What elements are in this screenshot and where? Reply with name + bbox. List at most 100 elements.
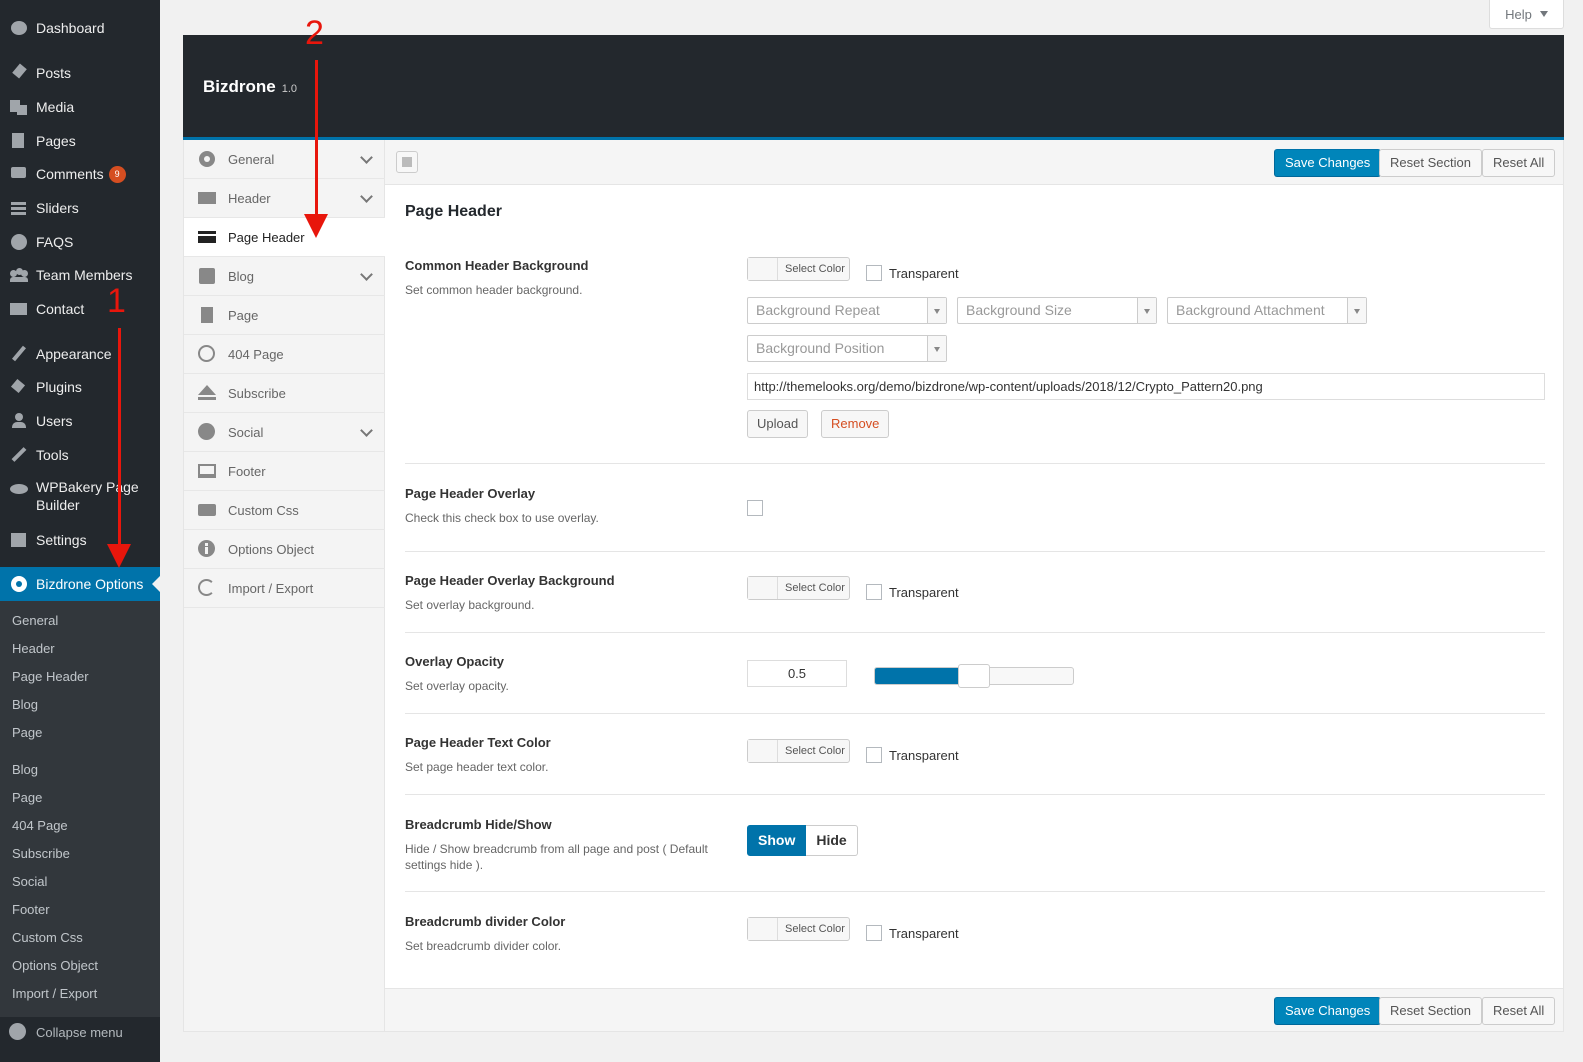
panel-title: Bizdrone 1.0 [203, 77, 298, 96]
chevron-down-icon [360, 190, 373, 203]
menu-settings[interactable]: Settings [0, 523, 160, 557]
breadcrumb-hide-button[interactable]: Hide [806, 825, 858, 856]
expand-options-button[interactable] [396, 151, 418, 173]
submenu-404-page[interactable]: 404 Page [12, 812, 68, 840]
menu-contact[interactable]: Contact [0, 292, 160, 326]
text-color-transparent-checkbox[interactable] [866, 747, 882, 763]
settings-icon [9, 530, 29, 550]
question-icon [9, 232, 29, 252]
save-changes-button-top[interactable]: Save Changes [1274, 149, 1382, 177]
common-bg-color-picker[interactable]: Select Color [747, 257, 850, 281]
menu-faqs[interactable]: FAQS [0, 225, 160, 259]
nav-page[interactable]: Page [184, 296, 385, 335]
opacity-value-input[interactable]: 0.5 [747, 660, 847, 687]
overlay-bg-transparent-checkbox[interactable] [866, 584, 882, 600]
submenu-page[interactable]: Page [12, 719, 42, 747]
background-repeat-select[interactable]: Background Repeat [747, 297, 947, 324]
checkbox-label: Transparent [889, 266, 959, 281]
field-title: Page Header Overlay Background [405, 573, 615, 588]
eject-icon [198, 384, 216, 402]
panel-version: 1.0 [281, 83, 298, 95]
row-divider [405, 713, 1545, 714]
remove-button[interactable]: Remove [821, 410, 890, 438]
upload-button[interactable]: Upload [747, 410, 809, 438]
chevron-down-icon [360, 268, 373, 281]
info-icon [198, 540, 216, 558]
divider-transparent-checkbox[interactable] [866, 925, 882, 941]
menu-team-members[interactable]: Team Members [0, 258, 160, 292]
nav-header[interactable]: Header [184, 179, 385, 218]
menu-pages[interactable]: Pages [0, 124, 160, 158]
nav-general[interactable]: General [184, 140, 385, 179]
nav-options-object[interactable]: Options Object [184, 530, 385, 569]
media-icon [9, 97, 29, 117]
nav-page-header[interactable]: Page Header [184, 218, 385, 257]
reset-all-button-bottom[interactable]: Reset All [1482, 997, 1556, 1025]
reset-section-button-bottom[interactable]: Reset Section [1379, 997, 1482, 1025]
breadcrumb-show-button[interactable]: Show [747, 825, 807, 856]
admin-sidebar: Dashboard Posts Media Pages Comments 9 S… [0, 0, 160, 1062]
pages-icon [9, 131, 29, 151]
row-divider [405, 463, 1545, 464]
nav-footer[interactable]: Footer [184, 452, 385, 491]
collapse-menu-button[interactable]: Collapse menu [0, 1017, 160, 1047]
common-bg-transparent-checkbox[interactable] [866, 265, 882, 281]
menu-wpbakery[interactable]: WPBakery Page Builder [0, 471, 160, 517]
nav-import-export[interactable]: Import / Export [184, 569, 385, 608]
nav-custom-css[interactable]: Custom Css [184, 491, 385, 530]
page-icon [198, 306, 216, 324]
submenu-subscribe[interactable]: Subscribe [12, 840, 70, 868]
divider-color-picker[interactable]: Select Color [747, 917, 850, 941]
submenu-blog[interactable]: Blog [12, 691, 38, 719]
options-panel-header: Bizdrone 1.0 [183, 35, 1564, 140]
overlay-checkbox[interactable] [747, 500, 763, 516]
nav-404-page[interactable]: 404 Page [184, 335, 385, 374]
text-color-picker[interactable]: Select Color [747, 739, 850, 763]
nav-subscribe[interactable]: Subscribe [184, 374, 385, 413]
field-title: Overlay Opacity [405, 654, 504, 669]
footer-icon [198, 462, 216, 480]
save-changes-button-bottom[interactable]: Save Changes [1274, 997, 1382, 1025]
menu-users[interactable]: Users [0, 404, 160, 438]
menu-posts[interactable]: Posts [0, 56, 160, 90]
menu-media[interactable]: Media [0, 90, 160, 124]
nav-blog[interactable]: Blog [184, 257, 385, 296]
wrench-icon [9, 445, 29, 465]
background-attachment-select[interactable]: Background Attachment [1167, 297, 1367, 324]
menu-sliders[interactable]: Sliders [0, 191, 160, 225]
submenu-import-export[interactable]: Import / Export [12, 980, 97, 1008]
dropdown-arrow-icon [1137, 298, 1156, 323]
menu-tools[interactable]: Tools [0, 438, 160, 472]
reset-section-button-top[interactable]: Reset Section [1379, 149, 1482, 177]
field-title: Breadcrumb Hide/Show [405, 817, 552, 832]
reset-all-button-top[interactable]: Reset All [1482, 149, 1556, 177]
field-description: Set overlay opacity. [405, 679, 509, 693]
nav-social[interactable]: Social [184, 413, 385, 452]
background-image-url-input[interactable]: http://themelooks.org/demo/bizdrone/wp-c… [747, 373, 1545, 400]
overlay-bg-color-picker[interactable]: Select Color [747, 576, 850, 600]
slider-handle[interactable] [958, 664, 990, 688]
submenu-page-2[interactable]: Page [12, 784, 42, 812]
submenu-custom-css[interactable]: Custom Css [12, 924, 83, 952]
submenu-options-object[interactable]: Options Object [12, 952, 98, 980]
menu-dashboard[interactable]: Dashboard [0, 11, 160, 45]
card-icon [198, 228, 216, 246]
opacity-slider[interactable] [874, 664, 1074, 688]
background-size-select[interactable]: Background Size [957, 297, 1157, 324]
annotation-arrow-1-line [118, 328, 121, 546]
submenu-social[interactable]: Social [12, 868, 47, 896]
submenu-general[interactable]: General [12, 607, 58, 635]
menu-appearance[interactable]: Appearance [0, 337, 160, 371]
submenu-footer[interactable]: Footer [12, 896, 50, 924]
menu-plugins[interactable]: Plugins [0, 370, 160, 404]
menu-bizdrone-options[interactable]: Bizdrone Options [0, 567, 160, 601]
row-divider [405, 794, 1545, 795]
help-tab-button[interactable]: Help [1489, 0, 1564, 29]
gear-icon [9, 574, 29, 594]
background-position-select[interactable]: Background Position [747, 335, 947, 362]
menu-comments[interactable]: Comments 9 [0, 157, 160, 191]
submenu-blog-2[interactable]: Blog [12, 756, 38, 784]
submenu-page-header[interactable]: Page Header [12, 663, 89, 691]
header-icon [198, 189, 216, 207]
submenu-header[interactable]: Header [12, 635, 55, 663]
